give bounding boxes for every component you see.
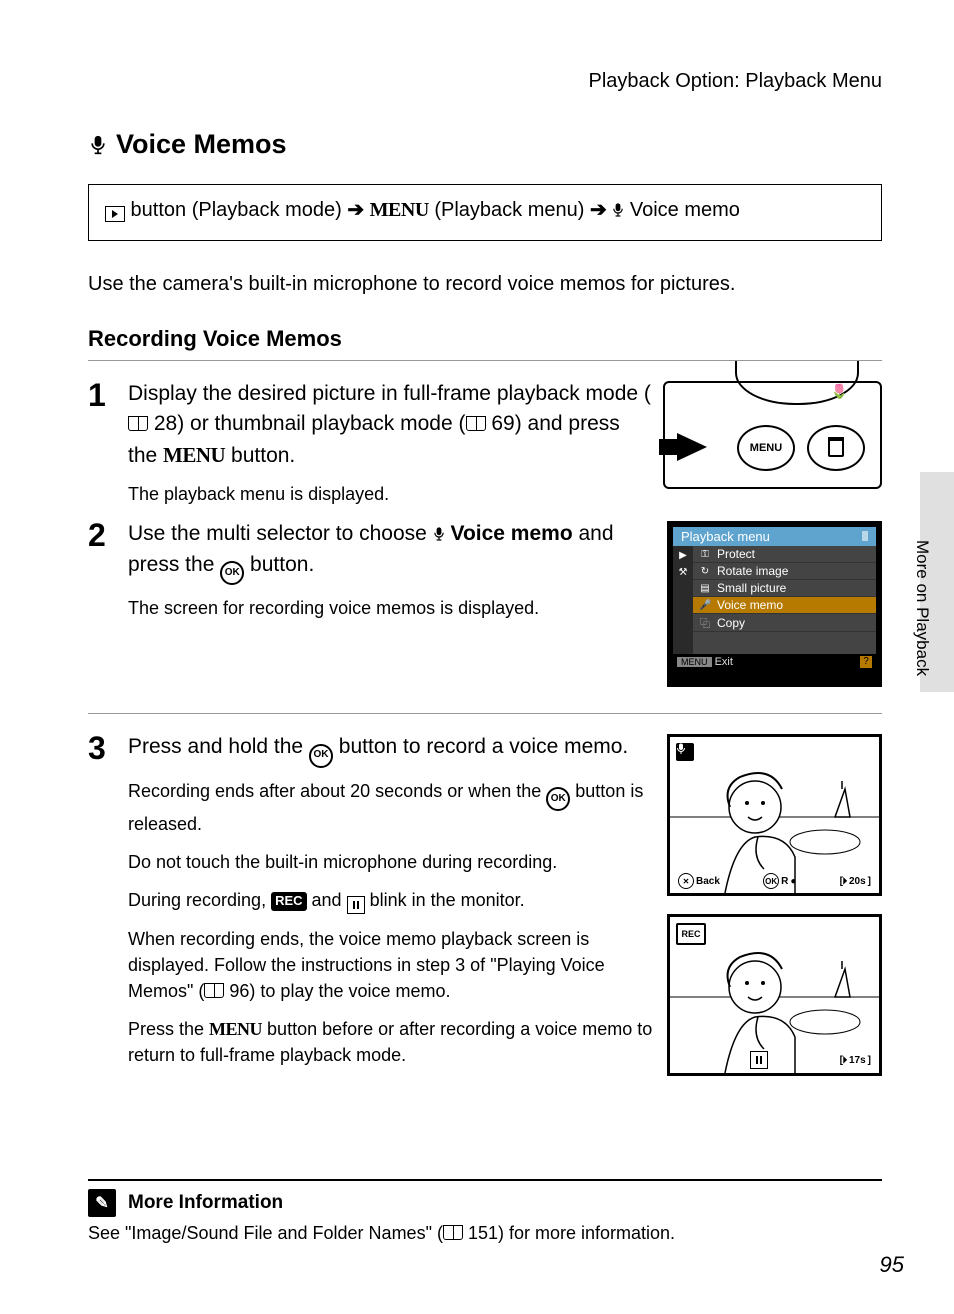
trash-button-graphic (807, 425, 865, 471)
tools-icon: ⚒ (679, 567, 688, 578)
sub-heading: Recording Voice Memos (88, 326, 882, 352)
arrow-icon (677, 433, 707, 461)
scene-drawing (670, 737, 879, 893)
lcd-menu-illustration: Playback menu ▶⚒ ⚿Protect ↻Rotate image … (667, 521, 882, 687)
playback-icon: ▶ (679, 550, 687, 561)
step-3-note: During recording, REC and blink in the m… (128, 887, 655, 914)
rec-badge-icon: REC (271, 892, 306, 911)
camera-illustration: 🌷 MENU (663, 381, 882, 489)
step-1-text: Display the desired picture in full-fram… (128, 379, 651, 471)
nav-step-1: button (Playback mode) (125, 199, 347, 221)
rotate-icon: ↻ (699, 566, 711, 577)
scene-drawing (670, 917, 879, 1073)
page-ref-icon (466, 416, 486, 431)
nav-step-2: (Playback menu) (429, 199, 590, 221)
step-3: 3 Press and hold the OK button to record… (88, 732, 882, 1094)
step-3-note: Press the MENU button before or after re… (128, 1016, 655, 1068)
recording-illustrations: ✕Back OKR● [🞂 20s] REC (667, 734, 882, 1094)
help-icon: ? (860, 656, 872, 668)
copy-icon: ⿻ (699, 615, 711, 630)
menu-label: MENU (370, 199, 429, 221)
step-number: 3 (88, 732, 128, 764)
lcd-title: Playback menu (673, 527, 876, 546)
resize-icon: ▤ (699, 583, 711, 594)
step-2: 2 Use the multi selector to choose Voice… (88, 519, 882, 687)
ok-button-icon: OK (220, 561, 244, 585)
divider (88, 713, 882, 714)
navigation-path: button (Playback mode) ➔ MENU (Playback … (88, 184, 882, 241)
page-ref-icon (443, 1225, 463, 1240)
back-indicator: ✕Back (678, 873, 720, 889)
ok-rec-indicator: OKR● (763, 873, 796, 889)
microphone-icon: 🎤 (699, 600, 711, 611)
list-item: ▤Small picture (693, 580, 876, 597)
step-2-note: The screen for recording voice memos is … (128, 595, 655, 621)
step-3-note: When recording ends, the voice memo play… (128, 926, 655, 1004)
step-1-note: The playback menu is displayed. (128, 481, 651, 507)
more-information-box: ✎ More Information See "Image/Sound File… (88, 1179, 882, 1244)
list-item: ↻Rotate image (693, 563, 876, 580)
more-info-text: See "Image/Sound File and Folder Names" … (88, 1223, 882, 1244)
more-info-heading: More Information (128, 1192, 283, 1214)
list-item: ⿻Copy (693, 614, 876, 632)
step-3-note: Do not touch the built-in microphone dur… (128, 849, 655, 875)
page-number: 95 (880, 1252, 904, 1278)
microphone-icon (88, 135, 108, 155)
memo-indicator-icon (347, 896, 365, 914)
recording-screen-1: ✕Back OKR● [🞂 20s] (667, 734, 882, 896)
microphone-icon (433, 526, 445, 542)
section-tab-label: More on Playback (912, 540, 932, 676)
section-title: Voice Memos (88, 129, 882, 160)
lcd-footer: MENU Exit ? (673, 654, 876, 670)
manual-page: Playback Option: Playback Menu Voice Mem… (0, 0, 954, 1314)
menu-label: MENU (209, 1019, 262, 1039)
ok-button-icon: OK (546, 787, 570, 811)
page-ref-icon (128, 416, 148, 431)
step-number: 2 (88, 519, 128, 551)
step-3-note: Recording ends after about 20 seconds or… (128, 778, 655, 837)
step-number: 1 (88, 379, 128, 411)
step-2-text: Use the multi selector to choose Voice m… (128, 519, 655, 585)
intro-text: Use the camera's built-in microphone to … (88, 273, 882, 296)
recording-screen-2: REC [🞂 17s] (667, 914, 882, 1076)
page-ref-icon (204, 983, 224, 998)
lcd-list: ⚿Protect ↻Rotate image ▤Small picture 🎤V… (693, 546, 876, 654)
time-indicator: [🞂 20s] (840, 876, 871, 887)
nav-step-3: Voice memo (624, 199, 740, 221)
menu-button-graphic: MENU (737, 425, 795, 471)
info-icon: ✎ (88, 1189, 116, 1217)
menu-label: MENU (677, 657, 712, 667)
memo-indicator-icon (750, 1051, 768, 1069)
step-3-text: Press and hold the OK button to record a… (128, 732, 655, 767)
time-indicator: [🞂 17s] (840, 1055, 871, 1066)
playback-icon (105, 206, 125, 222)
list-item-selected: 🎤Voice memo (693, 597, 876, 614)
trash-icon (828, 439, 844, 457)
menu-label: MENU (163, 443, 225, 467)
arrow-icon: ➔ (347, 199, 364, 221)
ok-button-icon: OK (309, 744, 333, 768)
key-icon: ⚿ (699, 549, 711, 560)
microphone-icon (612, 202, 624, 218)
lcd-side-icons: ▶⚒ (673, 546, 693, 654)
flower-icon: 🌷 (831, 383, 848, 400)
section-title-text: Voice Memos (116, 129, 287, 160)
header-breadcrumb: Playback Option: Playback Menu (88, 70, 882, 93)
arrow-icon: ➔ (590, 199, 607, 221)
list-item: ⚿Protect (693, 546, 876, 563)
step-1: 1 Display the desired picture in full-fr… (88, 379, 882, 507)
